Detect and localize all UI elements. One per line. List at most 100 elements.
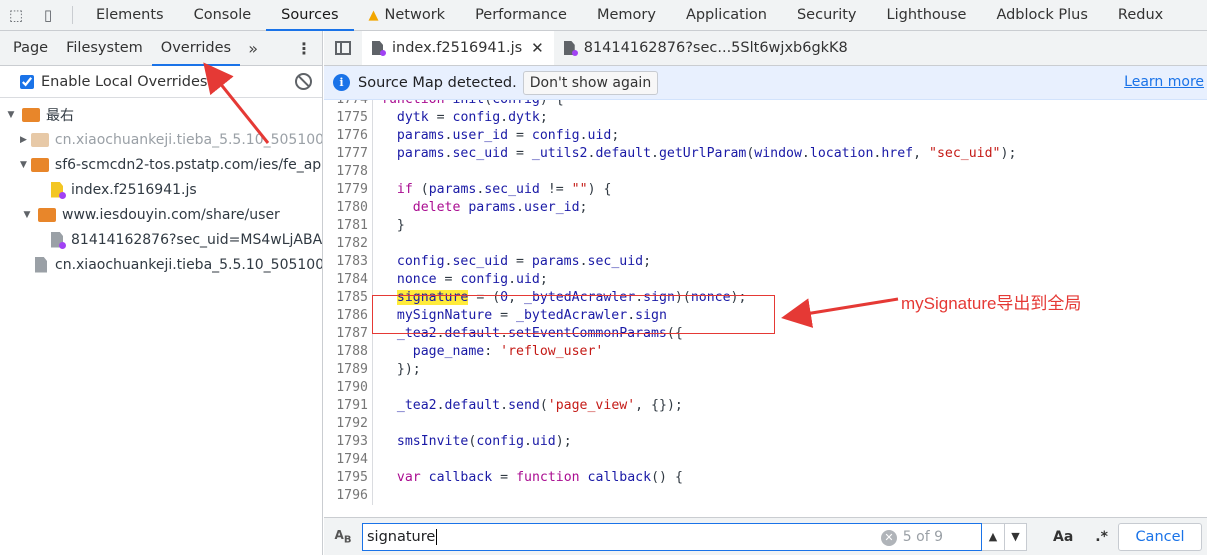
search-input[interactable]: signature ✕ 5 of 9 xyxy=(362,522,982,551)
tab-memory[interactable]: Memory xyxy=(582,0,671,30)
line-number[interactable]: 1782 xyxy=(324,235,372,253)
code-text: page_name: 'reflow_user' xyxy=(412,344,604,359)
code-text: nonce = config.uid; xyxy=(396,272,548,287)
line-number[interactable]: 1793 xyxy=(324,433,372,451)
line-number[interactable]: 1783 xyxy=(324,253,372,271)
tab-sources[interactable]: Sources xyxy=(266,0,354,31)
gutter xyxy=(372,235,381,253)
file-tab[interactable]: index.f2516941.js ✕ xyxy=(362,31,554,65)
folder-icon xyxy=(30,157,49,172)
inspect-element-icon[interactable]: ⬚ xyxy=(0,0,32,30)
navigator-tab-filesystem[interactable]: Filesystem xyxy=(57,31,152,65)
code-line: 1783 config.sec_uid = params.sec_uid; xyxy=(324,253,1207,271)
tree-item[interactable]: ▼ sf6-scmcdn2-tos.pstatp.com/ies/fe_app xyxy=(0,152,322,177)
tab-performance[interactable]: Performance xyxy=(460,0,582,30)
tab-redux[interactable]: Redux xyxy=(1103,0,1178,30)
dont-show-again-button[interactable]: Don't show again xyxy=(522,70,659,95)
tree-item-label: cn.xiaochuankeji.tieba_5.5.10_505100.ap xyxy=(55,256,322,273)
line-number[interactable]: 1774 xyxy=(324,100,372,109)
line-number[interactable]: 1792 xyxy=(324,415,372,433)
next-match-icon[interactable]: ▼ xyxy=(1004,523,1026,550)
tree-item-label: index.f2516941.js xyxy=(71,181,197,198)
line-number[interactable]: 1795 xyxy=(324,469,372,487)
code-line: 1790 xyxy=(324,379,1207,397)
more-options-icon[interactable]: ⋮ xyxy=(286,31,322,65)
line-number[interactable]: 1775 xyxy=(324,109,372,127)
enable-overrides-checkbox[interactable] xyxy=(20,74,34,89)
code-text: delete params.user_id; xyxy=(412,200,588,215)
file-tab[interactable]: 81414162876?sec...5Slt6wjxb6gkK8 xyxy=(554,31,858,65)
line-number[interactable]: 1786 xyxy=(324,307,372,325)
device-toolbar-icon[interactable]: ▯ xyxy=(32,0,64,30)
tab-lighthouse[interactable]: Lighthouse xyxy=(872,0,982,30)
tree-item[interactable]: ▼ www.iesdouyin.com/share/user xyxy=(0,202,322,227)
file-tab-label: index.f2516941.js xyxy=(392,40,523,56)
code-text: if (params.sec_uid != "") { xyxy=(396,182,612,197)
collapsed-arrow-icon[interactable]: ▶ xyxy=(20,135,27,145)
expanded-arrow-icon[interactable]: ▼ xyxy=(20,160,27,170)
tab-security[interactable]: Security xyxy=(782,0,872,30)
line-number[interactable]: 1794 xyxy=(324,451,372,469)
line-number[interactable]: 1778 xyxy=(324,163,372,181)
modified-dot-icon xyxy=(59,241,66,249)
line-number[interactable]: 1789 xyxy=(324,361,372,379)
tab-adblock-plus[interactable]: Adblock Plus xyxy=(981,0,1102,30)
previous-match-icon[interactable]: ▲ xyxy=(982,524,1004,550)
folder-icon xyxy=(22,107,40,122)
clear-overrides-icon[interactable] xyxy=(295,73,312,90)
line-number[interactable]: 1788 xyxy=(324,343,372,361)
code-line: 1778 xyxy=(324,163,1207,181)
tab-label: Elements xyxy=(96,7,164,23)
code-text: _tea2.default.send('page_view', {}); xyxy=(396,398,683,413)
line-number[interactable]: 1796 xyxy=(324,487,372,505)
tree-item[interactable]: ▶ cn.xiaochuankeji.tieba_5.5.10_505100 xyxy=(0,127,322,152)
tab-console[interactable]: Console xyxy=(179,0,267,30)
tab-label: Lighthouse xyxy=(886,7,967,23)
navigator-tab-overrides[interactable]: Overrides xyxy=(151,31,241,66)
line-number[interactable]: 1780 xyxy=(324,199,372,217)
tree-item[interactable]: index.f2516941.js xyxy=(0,177,322,202)
line-number[interactable]: 1785 xyxy=(324,289,372,307)
gutter xyxy=(372,109,381,127)
tree-item[interactable]: ▼ 最右 xyxy=(0,102,322,127)
gutter xyxy=(372,343,381,361)
match-case-button[interactable]: Aa xyxy=(1053,529,1073,545)
line-number[interactable]: 1790 xyxy=(324,379,372,397)
clear-search-icon[interactable]: ✕ xyxy=(881,529,897,546)
tab-application[interactable]: Application xyxy=(671,0,782,30)
file-icon-wrap xyxy=(30,256,55,273)
expanded-arrow-icon[interactable]: ▼ xyxy=(20,210,34,220)
tab-elements[interactable]: Elements xyxy=(81,0,179,30)
line-number[interactable]: 1787 xyxy=(324,325,372,343)
expanded-arrow-icon[interactable]: ▼ xyxy=(4,110,18,120)
info-icon: i xyxy=(333,74,350,91)
more-tabs-icon[interactable]: » xyxy=(240,31,266,65)
code-line: 1795 var callback = function callback() … xyxy=(324,469,1207,487)
toolbar-divider xyxy=(72,6,73,24)
line-number[interactable]: 1791 xyxy=(324,397,372,415)
learn-more-link[interactable]: Learn more xyxy=(1124,74,1204,90)
regex-button[interactable]: .* xyxy=(1095,529,1108,545)
line-number[interactable]: 1776 xyxy=(324,127,372,145)
line-number[interactable]: 1779 xyxy=(324,181,372,199)
search-bar: AB signature ✕ 5 of 9 ▲ ▼ Aa .* Cancel xyxy=(324,517,1207,555)
tab-label: Network xyxy=(384,7,446,23)
line-number[interactable]: 1777 xyxy=(324,145,372,163)
cancel-search-button[interactable]: Cancel xyxy=(1118,523,1202,551)
tree-item[interactable]: 81414162876?sec_uid=MS4wLjABAAA xyxy=(0,227,322,252)
line-number[interactable]: 1781 xyxy=(324,217,372,235)
tree-item[interactable]: cn.xiaochuankeji.tieba_5.5.10_505100.ap xyxy=(0,252,322,277)
tab-label: Memory xyxy=(596,7,656,23)
toggle-navigator-icon[interactable] xyxy=(324,31,362,65)
enable-overrides-label[interactable]: Enable Local Overrides xyxy=(41,74,207,90)
tab-network[interactable]: ▲ Network xyxy=(354,0,461,30)
line-number[interactable]: 1784 xyxy=(324,271,372,289)
file-icon-wrap xyxy=(46,181,71,199)
code-line: 1794 xyxy=(324,451,1207,469)
replace-toggle-icon[interactable]: AB xyxy=(324,528,362,545)
code-line: 1784 nonce = config.uid; xyxy=(324,271,1207,289)
overrides-tree: ▼ 最右 ▶ cn.xiaochuankeji.tieba_5.5.10_505100… xyxy=(0,98,322,277)
annotation-highlight-box xyxy=(372,295,775,334)
close-tab-icon[interactable]: ✕ xyxy=(531,39,544,57)
navigator-tab-page[interactable]: Page xyxy=(4,31,57,65)
